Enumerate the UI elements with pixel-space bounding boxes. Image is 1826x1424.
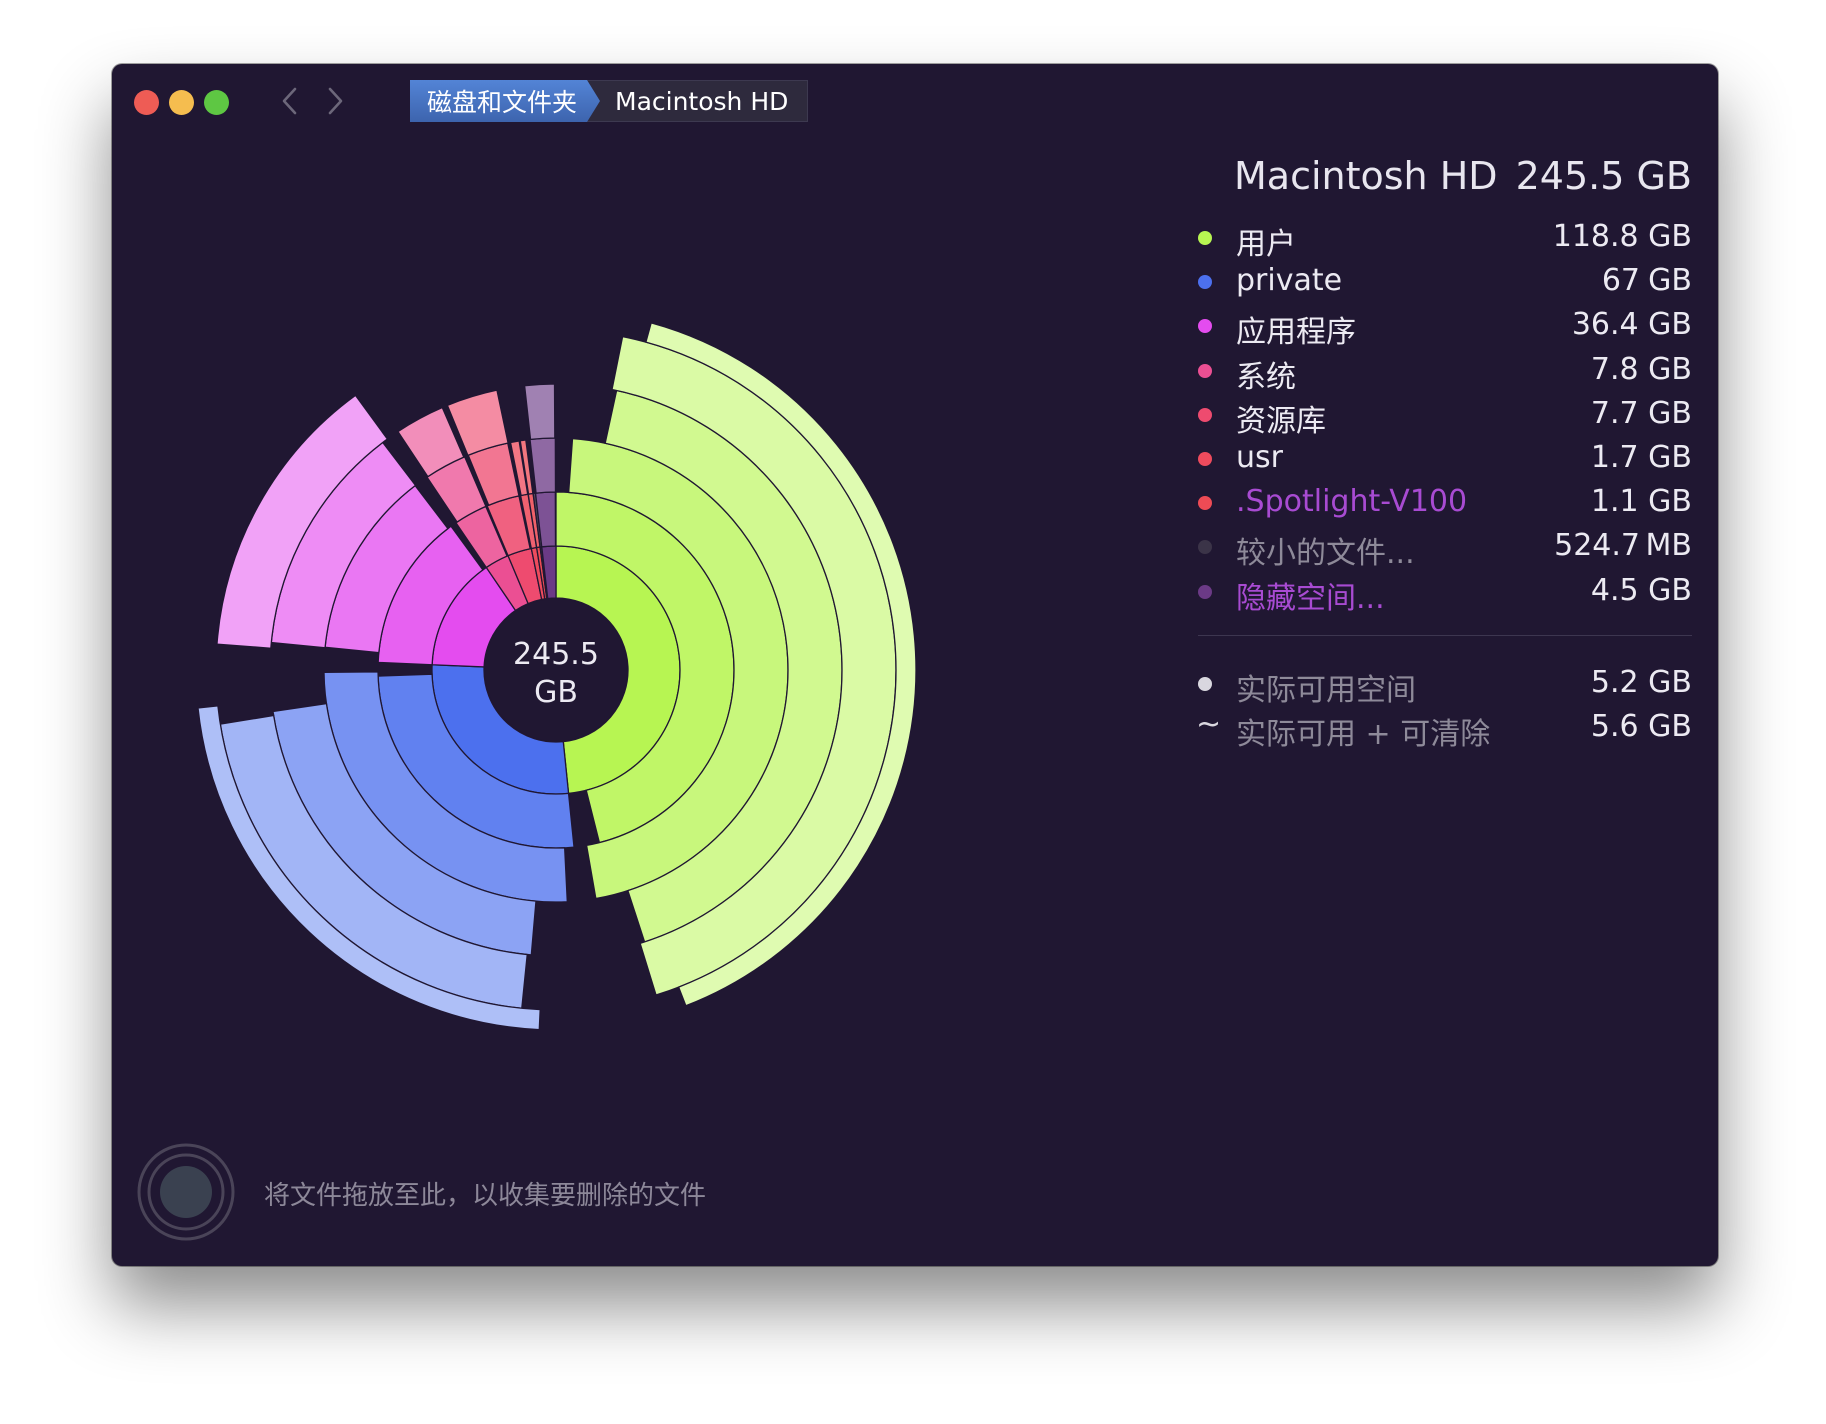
sunburst-segment[interactable] xyxy=(523,383,556,441)
legend-color-dot xyxy=(1198,584,1212,599)
space-value: 5.2 GB xyxy=(1590,665,1692,700)
tilde-icon: ~ xyxy=(1196,707,1222,742)
legend-label: 应用程序 xyxy=(1236,315,1356,351)
legend-value: 1.1 GB xyxy=(1590,484,1692,520)
legend-label: 较小的文件... xyxy=(1236,536,1415,572)
center-total-value: 245.5 xyxy=(513,637,599,672)
legend-color-dot xyxy=(1198,363,1212,378)
legend-color-dot xyxy=(1198,275,1212,290)
legend-label: 系统 xyxy=(1236,359,1296,395)
legend-color-dot xyxy=(1198,496,1212,511)
legend-item[interactable]: 用户 118.8 GB xyxy=(1198,217,1692,262)
legend-color-dot xyxy=(1198,540,1212,555)
space-value: 5.6 GB xyxy=(1590,709,1692,744)
legend-label: 资源库 xyxy=(1236,403,1326,439)
legend-item[interactable]: 应用程序 36.4 GB xyxy=(1198,305,1692,350)
legend-item[interactable]: 系统 7.8 GB xyxy=(1198,350,1692,395)
legend-value: 118.8 GB xyxy=(1552,219,1692,254)
legend-item[interactable]: private 67 GB xyxy=(1198,261,1692,301)
legend-label: .Spotlight-V100 xyxy=(1236,484,1468,520)
legend-value: 7.7 GB xyxy=(1590,395,1692,431)
available-purgeable-item: ~ 实际可用 + 可清除 5.6 GB xyxy=(1196,707,1692,752)
legend-color-dot xyxy=(1198,231,1212,245)
legend-value: 36.4 GB xyxy=(1571,307,1692,343)
legend-label: 隐藏空间... xyxy=(1236,580,1385,616)
legend-value: 67 GB xyxy=(1601,263,1692,299)
breadcrumb-disks-and-folders[interactable]: 磁盘和文件夹 xyxy=(410,80,600,122)
legend-item[interactable]: .Spotlight-V100 1.1 GB xyxy=(1198,482,1692,522)
legend-label: private xyxy=(1236,263,1343,299)
disk-name: Macintosh HD xyxy=(1234,154,1498,198)
legend-color-dot xyxy=(1198,452,1212,466)
legend-item[interactable]: usr 1.7 GB xyxy=(1198,438,1692,478)
legend-value: 7.8 GB xyxy=(1590,351,1692,387)
legend-color-dot xyxy=(1198,319,1212,334)
legend-color-dot xyxy=(1198,407,1212,422)
center-total-unit: GB xyxy=(534,675,578,710)
legend-label: 用户 xyxy=(1236,227,1296,262)
app-window: 磁盘和文件夹 Macintosh HD 245.5 GB Macintosh HD… xyxy=(112,64,1718,1266)
legend-item[interactable]: 隐藏空间... 4.5 GB xyxy=(1198,571,1692,616)
drop-zone-hint: 将文件拖放至此，以收集要删除的文件 xyxy=(264,1181,707,1211)
legend-value: 1.7 GB xyxy=(1590,440,1692,475)
available-space-item: 实际可用空间 5.2 GB xyxy=(1198,663,1692,708)
sunburst-segment[interactable] xyxy=(529,437,557,494)
divider xyxy=(1198,635,1692,636)
legend-item[interactable]: 较小的文件... 524.7 MB xyxy=(1198,526,1692,571)
legend-value: 4.5 GB xyxy=(1590,572,1692,608)
free-space-dot-icon xyxy=(1198,677,1212,691)
legend-item[interactable]: 资源库 7.7 GB xyxy=(1198,394,1692,439)
legend-value: 524.7 MB xyxy=(1554,528,1692,564)
space-label: 实际可用空间 xyxy=(1236,673,1416,708)
space-label: 实际可用 + 可清除 xyxy=(1236,717,1491,752)
drop-zone-target[interactable] xyxy=(136,1142,236,1242)
legend-label: usr xyxy=(1236,440,1283,475)
drop-target-icon xyxy=(137,1143,235,1241)
disk-total-size: 245.5 GB xyxy=(1515,154,1692,198)
